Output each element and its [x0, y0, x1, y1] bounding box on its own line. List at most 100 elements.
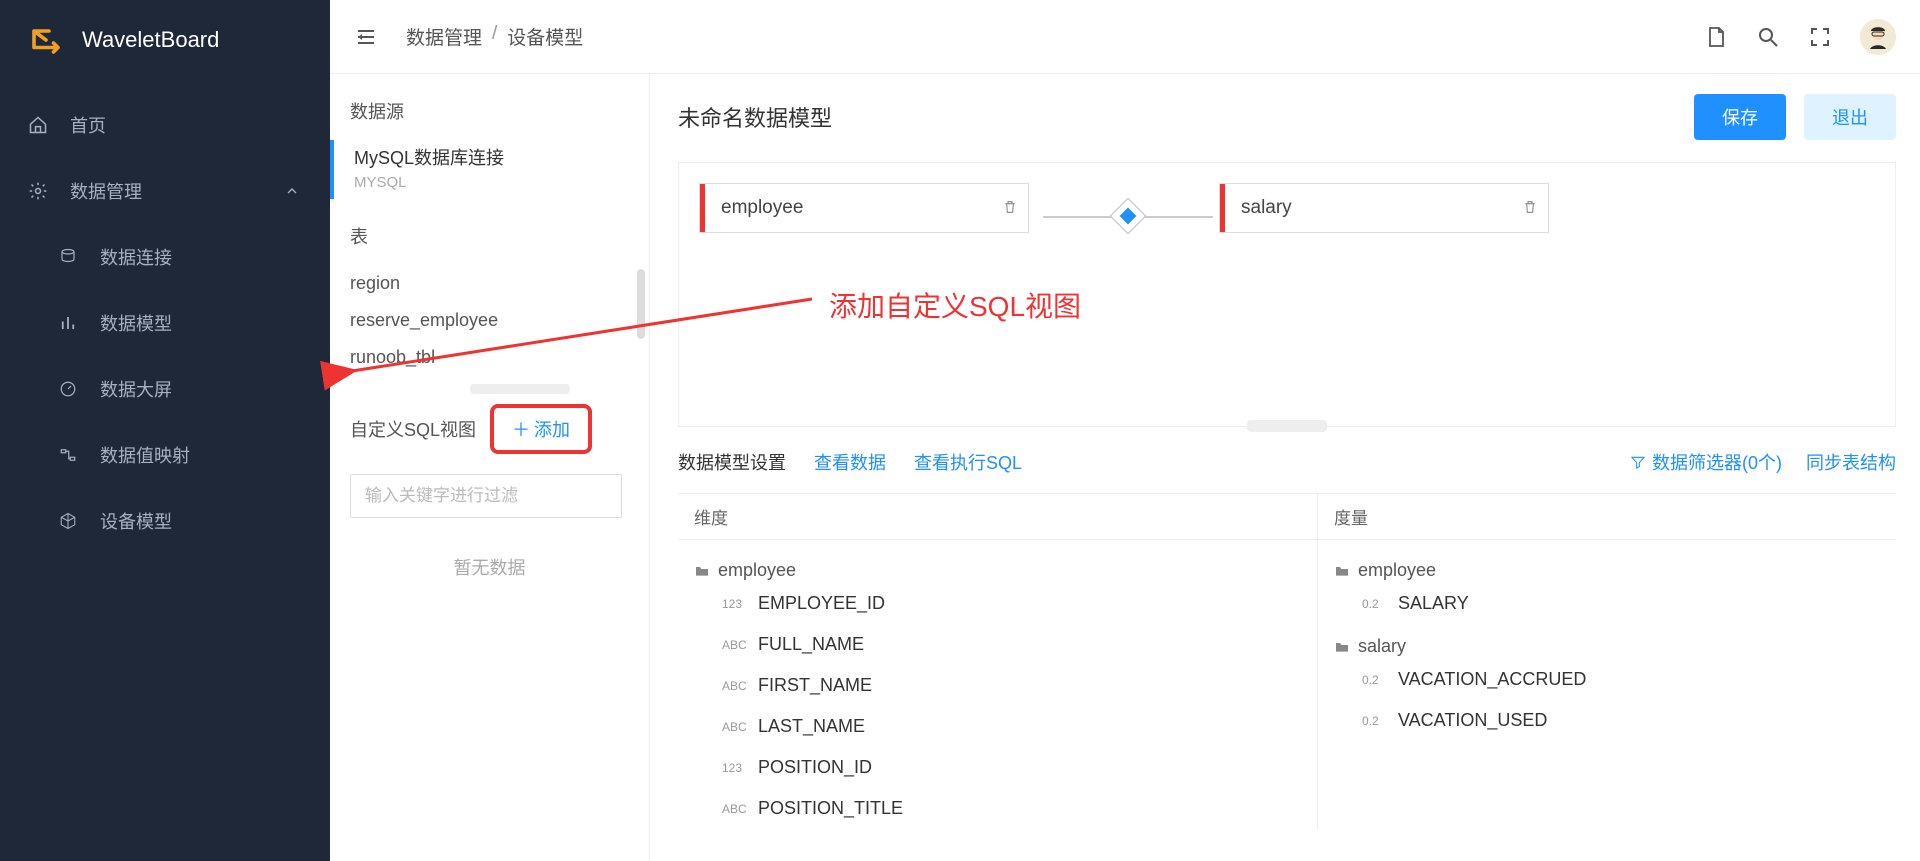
model-canvas[interactable]: employee salary 添加自定义SQL视图	[678, 162, 1896, 427]
nav: 首页 数据管理 数据连接	[0, 80, 330, 554]
delete-table-icon[interactable]	[1512, 199, 1548, 218]
nav-data-mgmt[interactable]: 数据管理	[0, 158, 330, 224]
nav-sub: 数据连接 数据模型 数据大屏 数据值映射 设备模型	[0, 224, 330, 554]
canvas-table-name: salary	[1225, 197, 1512, 219]
field-item[interactable]: 0.2SALARY	[1318, 583, 1896, 624]
main: 数据管理 / 设备模型	[330, 0, 1920, 861]
field-item[interactable]: 123 POSITION_ID	[678, 747, 1317, 788]
type-text-icon: ABC	[722, 720, 748, 734]
tab-view-data[interactable]: 查看数据	[814, 449, 886, 475]
crumb-sep: /	[492, 23, 497, 50]
field-name: VACATION_ACCRUED	[1398, 669, 1586, 690]
nav-sub-model[interactable]: 数据模型	[0, 290, 330, 356]
header-actions: 保存 退出	[1694, 94, 1896, 140]
tabs-right: 数据筛选器(0个) 同步表结构	[1630, 449, 1896, 475]
type-text-icon: ABC	[722, 679, 748, 693]
nav-sub-devmodel[interactable]: 设备模型	[0, 488, 330, 554]
canvas-table-employee[interactable]: employee	[699, 183, 1029, 233]
field-group[interactable]: salary	[1318, 624, 1896, 659]
datasource-item[interactable]: MySQL数据库连接 MYSQL	[330, 140, 649, 199]
content-header: 未命名数据模型 保存 退出	[678, 94, 1896, 140]
field-name: FULL_NAME	[758, 634, 864, 655]
annotation-text: 添加自定义SQL视图	[829, 285, 1081, 325]
nav-data-mgmt-label: 数据管理	[70, 178, 142, 204]
crumb-a[interactable]: 数据管理	[406, 23, 482, 50]
brand-name: WaveletBoard	[82, 27, 219, 53]
search-icon[interactable]	[1756, 25, 1780, 49]
field-group-label: employee	[1358, 560, 1436, 581]
folder-icon	[1334, 563, 1350, 579]
tables-label: 表	[330, 217, 649, 265]
filter-icon	[1630, 454, 1646, 470]
topbar: 数据管理 / 设备模型	[330, 0, 1920, 74]
type-text-icon: ABC	[722, 638, 748, 652]
sidebar: WaveletBoard 首页 数据管理	[0, 0, 330, 861]
join-diamond-icon[interactable]	[1110, 198, 1147, 235]
type-text-icon: ABC	[722, 802, 748, 816]
folder-icon	[1334, 639, 1350, 655]
nav-sub-screen[interactable]: 数据大屏	[0, 356, 330, 422]
type-decimal-icon: 0.2	[1362, 673, 1388, 687]
field-item[interactable]: 123EMPLOYEE_ID	[678, 583, 1317, 624]
field-group[interactable]: employee	[1318, 548, 1896, 583]
delete-table-icon[interactable]	[992, 199, 1028, 218]
tab-model-settings[interactable]: 数据模型设置	[678, 449, 786, 475]
save-button[interactable]: 保存	[1694, 94, 1786, 140]
nav-sub-conn[interactable]: 数据连接	[0, 224, 330, 290]
exit-button[interactable]: 退出	[1804, 94, 1896, 140]
add-sql-view-button[interactable]: ＋添加	[490, 404, 592, 454]
topbar-right	[1704, 19, 1896, 55]
nav-sub-valuemap[interactable]: 数据值映射	[0, 422, 330, 488]
fields-header: 维度 度量	[678, 493, 1896, 540]
tab-view-sql[interactable]: 查看执行SQL	[914, 449, 1022, 475]
sql-view-filter-input[interactable]	[350, 474, 622, 518]
data-filter-link[interactable]: 数据筛选器(0个)	[1630, 449, 1782, 475]
nav-sub-model-label: 数据模型	[100, 310, 172, 336]
left-panel: 数据源 MySQL数据库连接 MYSQL 表 region reserve_em…	[330, 74, 650, 861]
measure-header: 度量	[1318, 494, 1896, 539]
breadcrumb: 数据管理 / 设备模型	[406, 23, 583, 50]
field-name: POSITION_ID	[758, 757, 872, 778]
field-item[interactable]: ABC POSITION_TITLE	[678, 788, 1317, 829]
field-group-label: employee	[718, 560, 796, 581]
crumb-b[interactable]: 设备模型	[507, 23, 583, 50]
field-item[interactable]: 0.2 VACATION_ACCRUED	[1318, 659, 1896, 700]
datasource-name: MySQL数据库连接	[354, 144, 629, 170]
content: 未命名数据模型 保存 退出 employee	[650, 74, 1920, 861]
brand-logo-icon	[28, 22, 64, 58]
folder-icon	[694, 563, 710, 579]
bar-chart-icon	[58, 313, 78, 333]
field-item[interactable]: ABC LAST_NAME	[678, 706, 1317, 747]
nav-sub-conn-label: 数据连接	[100, 244, 172, 270]
canvas-resize-handle[interactable]	[1247, 420, 1327, 432]
collapse-menu-icon[interactable]	[354, 25, 378, 49]
sql-view-row: 自定义SQL视图 ＋添加	[330, 394, 649, 464]
document-icon[interactable]	[1704, 25, 1728, 49]
canvas-table-salary[interactable]: salary	[1219, 183, 1549, 233]
home-icon	[28, 115, 48, 135]
add-label: 添加	[534, 416, 570, 442]
join-link[interactable]	[1043, 204, 1213, 228]
nav-home[interactable]: 首页	[0, 92, 330, 158]
no-data-label: 暂无数据	[330, 526, 649, 608]
field-group[interactable]: employee	[678, 548, 1317, 583]
type-decimal-icon: 0.2	[1362, 597, 1388, 611]
mapping-icon	[58, 445, 78, 465]
field-item[interactable]: 0.2VACATION_USED	[1318, 700, 1896, 741]
nav-sub-devmodel-label: 设备模型	[100, 508, 172, 534]
field-item[interactable]: ABCFIRST_NAME	[678, 665, 1317, 706]
type-decimal-icon: 0.2	[1362, 714, 1388, 728]
dimension-header: 维度	[678, 494, 1318, 539]
sync-structure-link[interactable]: 同步表结构	[1806, 449, 1896, 475]
fullscreen-icon[interactable]	[1808, 25, 1832, 49]
type-number-icon: 123	[722, 761, 748, 775]
field-name: POSITION_TITLE	[758, 798, 903, 819]
database-icon	[58, 247, 78, 267]
body: 数据源 MySQL数据库连接 MYSQL 表 region reserve_em…	[330, 74, 1920, 861]
field-item[interactable]: ABC FULL_NAME	[678, 624, 1317, 665]
type-number-icon: 123	[722, 597, 748, 611]
datasource-type: MYSQL	[354, 174, 629, 191]
field-name: LAST_NAME	[758, 716, 865, 737]
field-group-label: salary	[1358, 636, 1406, 657]
avatar[interactable]	[1860, 19, 1896, 55]
